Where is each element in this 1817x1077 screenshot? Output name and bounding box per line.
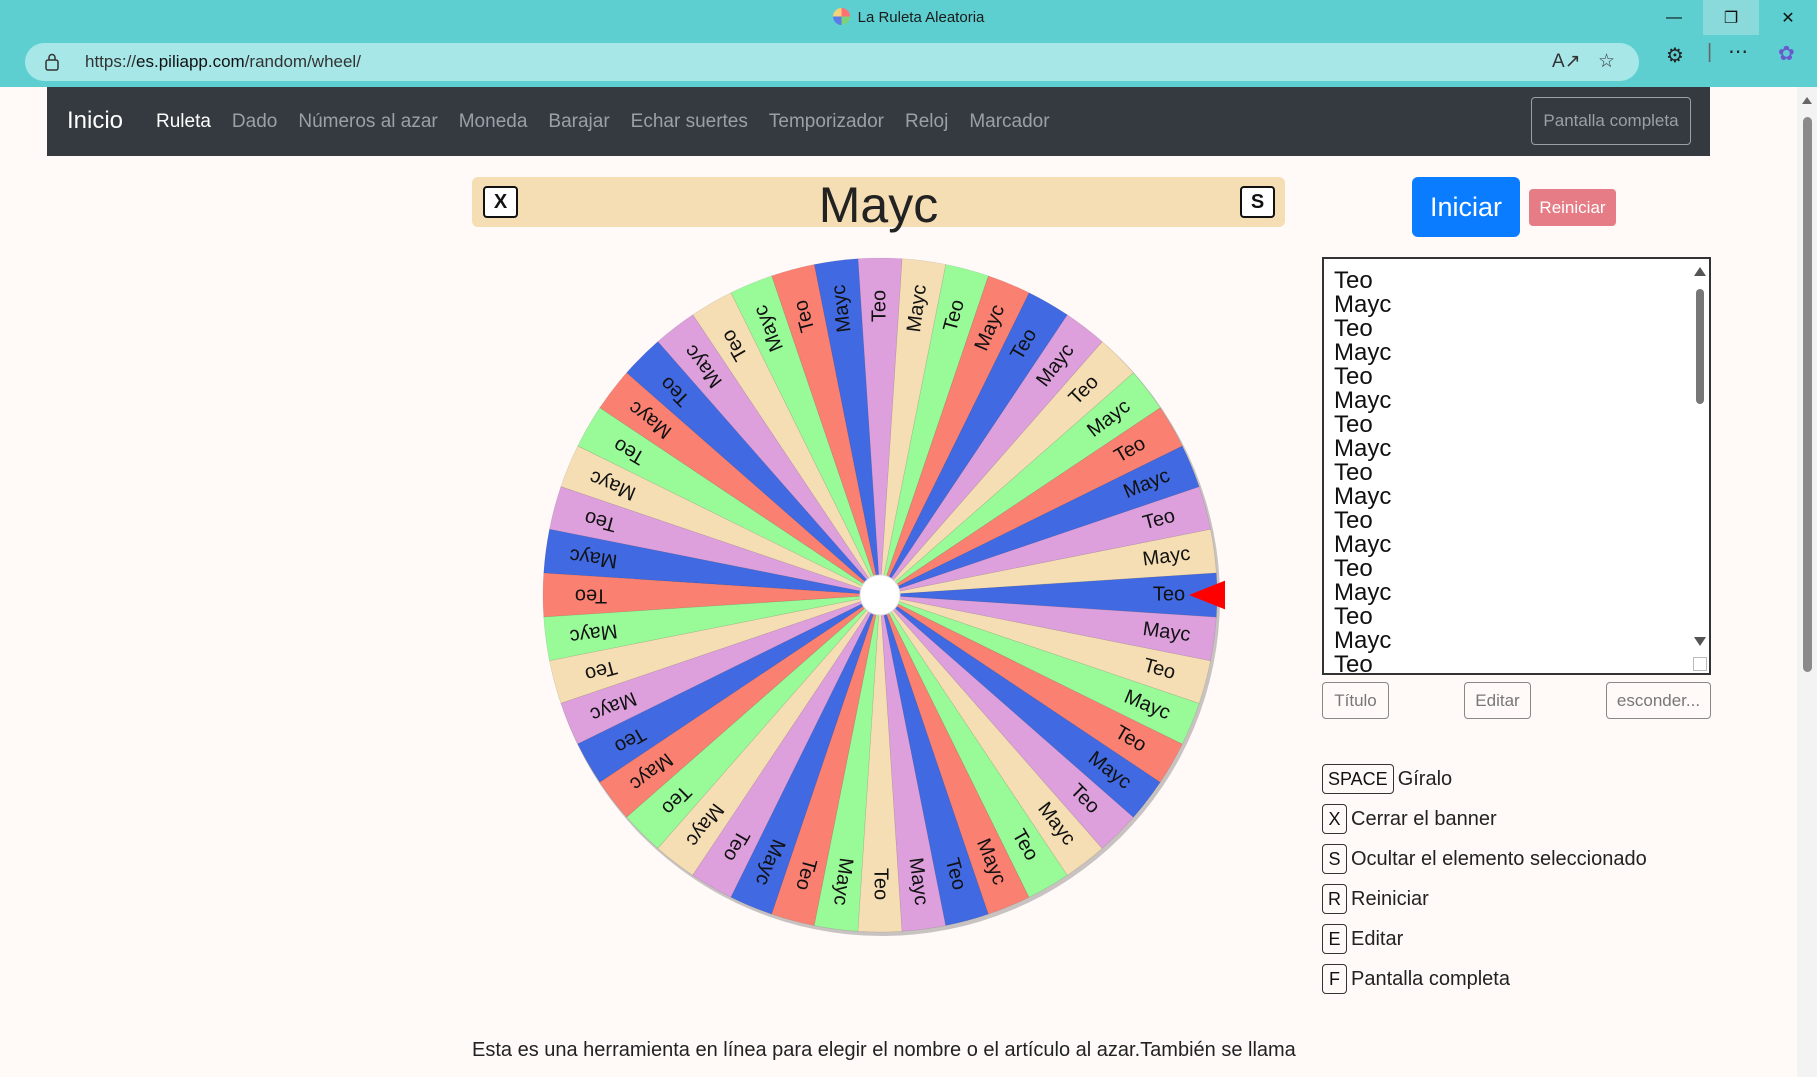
wheel-segment-label: Teo [870,868,892,900]
shortcut-desc: Ocultar el elemento seleccionado [1351,847,1647,870]
scroll-down-icon[interactable] [1694,637,1706,646]
shortcut-desc: Reiniciar [1351,887,1429,910]
entry-line: Teo [1334,555,1373,582]
shortcut-x: X Cerrar el banner [1322,804,1497,834]
address-bar[interactable]: https://es.piliapp.com/random/wheel/ A↗ … [25,43,1639,81]
nav-item-marcador[interactable]: Marcador [969,111,1049,133]
lock-icon [45,53,59,71]
entry-line: Teo [1334,411,1373,438]
page-scroll-thumb[interactable] [1803,117,1812,672]
scroll-up-icon[interactable] [1694,267,1706,276]
favorite-star-icon[interactable]: ☆ [1598,50,1615,73]
shortcut-desc: Cerrar el banner [1351,807,1497,830]
url-host: es.piliapp.com [136,52,245,71]
entry-line: Mayc [1334,579,1392,606]
shortcut-f: F Pantalla completa [1322,964,1510,994]
scroll-thumb[interactable] [1696,289,1704,404]
hide-selected-button[interactable]: S [1240,186,1275,218]
read-aloud-icon[interactable]: A↗ [1552,50,1581,73]
copilot-icon[interactable]: ✿ [1778,41,1795,66]
url-path: /random/wheel/ [244,52,361,71]
url-prefix: https:// [85,52,137,71]
nav-item-moneda[interactable]: Moneda [459,111,528,133]
nav-brand[interactable]: Inicio [67,107,123,135]
shortcut-key: R [1322,884,1347,914]
shortcut-key: SPACE [1322,764,1394,794]
shortcut-desc: Gíralo [1397,767,1453,790]
shortcut-space: SPACE Gíralo [1322,764,1452,794]
shortcut-key: F [1322,964,1347,994]
page-scrollbar[interactable] [1797,87,1817,1077]
shortcut-key: S [1322,844,1347,874]
window-titlebar: La Ruleta Aleatoria — ❐ ✕ [0,0,1817,35]
toolbar-divider: | [1707,41,1713,63]
entries-textarea[interactable]: Teo Mayc Teo Mayc Teo Mayc Teo Mayc Teo Mayc Teo Ma… [1322,257,1711,675]
entry-line: Teo [1334,363,1373,390]
nav-item-temporizador[interactable]: Temporizador [769,111,884,133]
entry-line: Teo [1334,315,1373,342]
entries-list: Teo Mayc Teo Mayc Teo Mayc Teo Mayc Teo Mayc Teo Ma… [1334,267,1392,675]
start-button[interactable]: Iniciar [1412,177,1520,237]
entry-line: Mayc [1334,387,1392,414]
nav-item-ruleta[interactable]: Ruleta [156,111,211,133]
hide-button[interactable]: esconder... [1606,682,1711,719]
page-scroll-up-icon[interactable] [1802,97,1812,104]
window-title-text: La Ruleta Aleatoria [857,9,985,26]
entry-line: Teo [1334,267,1373,294]
nav-item-reloj[interactable]: Reloj [905,111,948,133]
url-text: https://es.piliapp.com/random/wheel/ [85,52,361,72]
wheel-segment-label: Teo [1153,583,1185,605]
minimize-icon[interactable]: — [1646,0,1702,35]
nav-links: Ruleta Dado Números al azar Moneda Baraj… [156,111,1050,133]
title-button[interactable]: Título [1322,682,1389,719]
entry-line: Teo [1334,603,1373,630]
entry-line: Mayc [1334,291,1392,318]
site-favicon-icon [832,8,850,25]
resize-handle-icon[interactable] [1693,657,1707,671]
browser-toolbar: https://es.piliapp.com/random/wheel/ A↗ … [0,35,1817,87]
reset-button[interactable]: Reiniciar [1529,189,1616,226]
more-options-icon[interactable]: ⋯ [1728,39,1748,64]
result-text: Mayc [818,177,939,233]
entry-line: Mayc [1334,339,1392,366]
shortcut-desc: Pantalla completa [1351,967,1510,990]
wheel-hub[interactable] [859,574,901,616]
wheel-segment-label: Teo [868,290,890,322]
entry-line: Mayc [1334,531,1392,558]
wheel-segment-label: Teo [575,585,607,607]
nav-item-barajar[interactable]: Barajar [548,111,609,133]
shortcut-s: S Ocultar el elemento seleccionado [1322,844,1647,874]
fullscreen-button[interactable]: Pantalla completa [1531,97,1691,145]
shortcut-e: E Editar [1322,924,1403,954]
entry-line: Mayc [1334,483,1392,510]
window-title: La Ruleta Aleatoria [0,8,1817,26]
edit-button[interactable]: Editar [1464,682,1531,719]
shortcut-key: X [1322,804,1347,834]
extensions-icon[interactable]: ⚙ [1666,43,1684,68]
close-window-icon[interactable]: ✕ [1760,0,1816,35]
entry-line: Mayc [1334,627,1392,654]
nav-item-dado[interactable]: Dado [232,111,277,133]
entries-scrollbar[interactable] [1691,259,1709,673]
tool-description: Esta es una herramienta en línea para el… [472,1039,1296,1061]
entry-line: Mayc [1334,435,1392,462]
entry-line: Teo [1334,459,1373,486]
entry-line: Teo [1334,507,1373,534]
nav-item-numeros[interactable]: Números al azar [298,111,437,133]
site-navbar: Inicio Ruleta Dado Números al azar Moned… [47,87,1710,156]
restore-icon[interactable]: ❐ [1703,0,1759,35]
entry-line: Teo [1334,651,1373,675]
roulette-wheel[interactable]: MaycTeoMaycTeoMaycTeoMaycTeoMaycTeoMaycT… [535,250,1225,940]
nav-item-echar-suertes[interactable]: Echar suertes [631,111,748,133]
shortcut-key: E [1322,924,1347,954]
shortcut-r: R Reiniciar [1322,884,1429,914]
result-banner: X Mayc S [472,177,1285,233]
shortcut-desc: Editar [1351,927,1404,950]
